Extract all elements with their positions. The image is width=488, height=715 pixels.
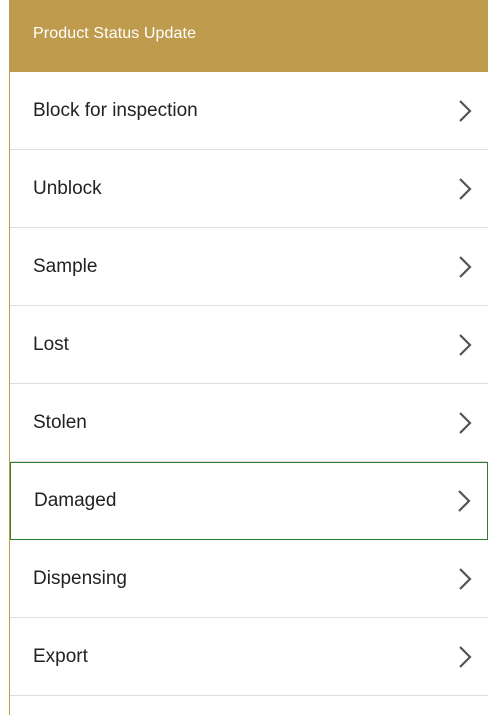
chevron-right-icon	[459, 255, 472, 278]
menu-item-sample[interactable]: Sample	[10, 228, 488, 306]
menu-item-lost[interactable]: Lost	[10, 306, 488, 384]
menu-item-label: Lost	[33, 333, 69, 355]
menu-item-dispensing[interactable]: Dispensing	[10, 540, 488, 618]
menu-item-unblock[interactable]: Unblock	[10, 150, 488, 228]
menu-item-damaged[interactable]: Damaged	[10, 462, 488, 540]
menu-item-block-for-inspection[interactable]: Block for inspection	[10, 72, 488, 150]
chevron-right-icon	[459, 99, 472, 122]
chevron-right-icon	[459, 411, 472, 434]
chevron-right-icon	[459, 645, 472, 668]
menu-item-label: Sample	[33, 255, 98, 277]
menu-item-export[interactable]: Export	[10, 618, 488, 696]
page-title: Product Status Update	[33, 25, 197, 42]
chevron-right-icon	[459, 333, 472, 356]
menu-item-label: Damaged	[34, 490, 117, 511]
chevron-right-icon	[459, 177, 472, 200]
menu-item-label: Block for inspection	[33, 99, 198, 121]
menu-item-label: Dispensing	[33, 567, 127, 589]
status-menu: Block for inspection Unblock Sample Lost…	[10, 72, 488, 696]
chevron-right-icon	[459, 567, 472, 590]
chevron-right-icon	[458, 490, 471, 512]
menu-item-label: Stolen	[33, 411, 87, 433]
menu-item-stolen[interactable]: Stolen	[10, 384, 488, 462]
menu-item-label: Unblock	[33, 177, 102, 199]
header-bar: Product Status Update	[10, 0, 488, 72]
menu-item-label: Export	[33, 645, 88, 667]
product-status-screen: Product Status Update Block for inspecti…	[0, 0, 488, 715]
